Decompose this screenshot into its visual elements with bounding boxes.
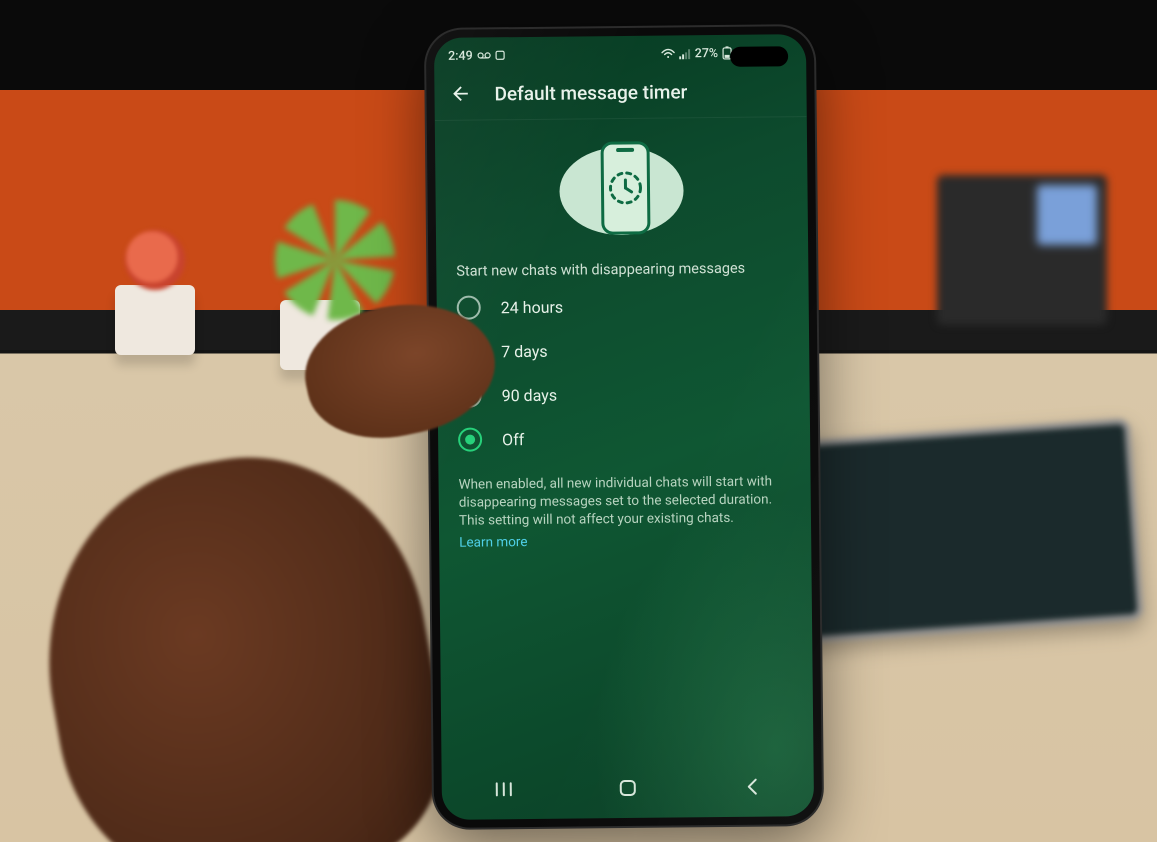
help-text: When enabled, all new individual chats w… [438,458,811,535]
radio-icon [458,427,482,451]
option-90-days[interactable]: 90 days [437,370,809,418]
option-24-hours[interactable]: 24 hours [437,282,809,330]
status-battery-text: 27% [695,45,719,60]
option-label: 90 days [502,385,558,405]
status-time: 2:49 [448,48,473,63]
chevron-left-icon [745,777,759,797]
recents-icon [494,781,514,797]
tablet-on-desk [778,418,1143,644]
learn-more-link[interactable]: Learn more [439,531,811,551]
radio-icon [458,383,482,407]
voicemail-icon [477,50,491,60]
nav-back-button[interactable] [732,766,772,806]
timer-phone-icon [536,132,707,244]
signal-icon [679,48,691,59]
wifi-icon [661,48,675,59]
plant-pot-2 [280,300,360,370]
option-off[interactable]: Off [438,414,810,462]
nav-recents-button[interactable] [484,769,524,809]
phone-frame: 2:49 27% [426,26,822,828]
option-label: Off [502,430,524,449]
speaker-box [937,175,1107,325]
option-7-days[interactable]: 7 days [437,326,809,374]
nav-home-button[interactable] [608,768,648,808]
app-bar: Default message timer [434,68,806,121]
option-label: 7 days [501,341,548,360]
radio-icon [457,339,481,363]
camera-cutout [730,46,788,67]
android-nav-bar [442,762,814,814]
plant-pot-1 [115,285,195,355]
page-title: Default message timer [494,80,687,105]
back-button[interactable] [446,80,474,108]
option-label: 24 hours [501,297,564,317]
phone-screen: 2:49 27% [434,34,814,820]
arrow-left-icon [449,83,471,105]
home-icon [618,778,638,798]
radio-icon [457,295,481,319]
hero-illustration [435,117,808,263]
notification-indicator-icon [495,50,505,60]
